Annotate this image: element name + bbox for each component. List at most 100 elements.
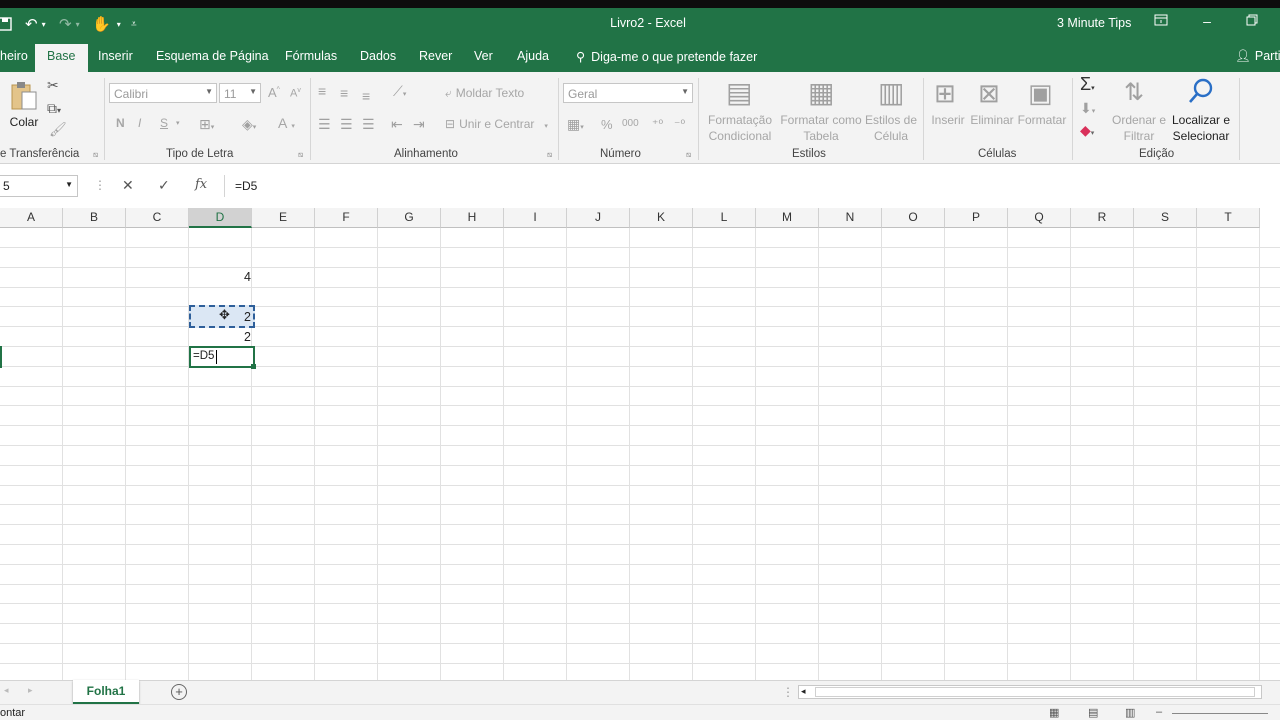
page-layout-view-icon[interactable]: ▤ xyxy=(1088,706,1098,719)
sort-filter-button[interactable]: ⇅ Ordenar e Filtrar xyxy=(1110,76,1168,144)
thousands-button[interactable]: 000 xyxy=(622,118,639,129)
merge-center-button[interactable]: ⊟ Unir e Centrar ▾ xyxy=(445,117,548,131)
column-header-l[interactable]: L xyxy=(693,208,756,228)
column-header-g[interactable]: G xyxy=(378,208,441,228)
format-cells-button[interactable]: ▣ Formatar xyxy=(1016,76,1068,144)
format-as-table-button[interactable]: ▦ Formatar como Tabela xyxy=(780,76,862,144)
name-box[interactable]: 5 ▼ xyxy=(0,175,78,197)
format-painter-icon[interactable]: 🖌︎ xyxy=(49,121,67,137)
insert-function-icon[interactable]: fx xyxy=(195,177,207,192)
find-select-button[interactable]: Localizar e Selecionar xyxy=(1168,76,1234,144)
column-header-a[interactable]: A xyxy=(0,208,63,228)
align-middle-icon[interactable]: ≡ xyxy=(340,85,348,101)
orientation-icon[interactable]: ⟋▾ xyxy=(393,83,406,103)
zoom-out-icon[interactable]: – xyxy=(1156,706,1162,718)
scroll-left-arrow-icon[interactable]: ◂ xyxy=(801,686,806,697)
conditional-formatting-button[interactable]: ▤ Formatação Condicional xyxy=(702,76,778,144)
insert-cells-button[interactable]: ⊞ Inserir xyxy=(928,76,968,144)
fill-icon[interactable]: ⬇▾ xyxy=(1080,100,1095,120)
formula-input[interactable]: =D5 xyxy=(224,175,1280,197)
tell-me-box[interactable]: ⚲ Diga-me o que pretende fazer xyxy=(576,49,757,64)
align-left-icon[interactable]: ☰ xyxy=(318,116,331,132)
tab-review[interactable]: Rever xyxy=(419,49,452,63)
enter-icon[interactable]: ✓ xyxy=(158,177,170,194)
increase-decimal-icon[interactable]: ⁺⁰ xyxy=(652,116,663,132)
number-format-select[interactable]: Geral ▼ xyxy=(563,83,693,103)
cell-d5[interactable]: 2 xyxy=(191,310,251,324)
sheet-tab-folha1[interactable]: Folha1 xyxy=(73,680,139,704)
tab-page-layout[interactable]: Esquema de Página xyxy=(156,49,269,63)
fill-color-icon[interactable]: ◈▾ xyxy=(242,116,256,136)
align-center-icon[interactable]: ☰ xyxy=(340,116,353,132)
column-header-m[interactable]: M xyxy=(756,208,819,228)
cancel-icon[interactable]: ✕ xyxy=(122,177,134,194)
delete-cells-button[interactable]: ⊠ Eliminar xyxy=(968,76,1016,144)
bold-button[interactable]: N xyxy=(116,116,125,130)
zoom-slider[interactable] xyxy=(1172,713,1268,714)
decrease-decimal-icon[interactable]: ⁻⁰ xyxy=(674,116,685,132)
restore-icon[interactable] xyxy=(1241,13,1263,33)
copy-icon[interactable]: ⧉▾ xyxy=(47,100,61,119)
cell-d6[interactable]: 2 xyxy=(191,330,251,344)
column-header-h[interactable]: H xyxy=(441,208,504,228)
font-size-select[interactable]: 11 ▼ xyxy=(219,83,261,103)
tab-data[interactable]: Dados xyxy=(360,49,396,63)
user-name[interactable]: 3 Minute Tips xyxy=(1057,16,1131,30)
column-header-n[interactable]: N xyxy=(819,208,882,228)
grow-font-button[interactable]: A^ xyxy=(268,85,280,100)
add-sheet-icon[interactable]: + xyxy=(171,684,187,700)
autosum-icon[interactable]: Σ▾ xyxy=(1080,75,1095,97)
column-header-q[interactable]: Q xyxy=(1008,208,1071,228)
tab-file[interactable]: heiro xyxy=(0,49,28,63)
page-break-view-icon[interactable]: ▥ xyxy=(1125,706,1135,719)
column-header-k[interactable]: K xyxy=(630,208,693,228)
tab-insert[interactable]: Inserir xyxy=(98,49,133,63)
active-cell-editor[interactable]: =D5 xyxy=(193,350,214,362)
wrap-text-button[interactable]: ⤶ Moldar Texto xyxy=(445,86,524,101)
paste-button[interactable]: Colar xyxy=(6,78,42,129)
column-header-e[interactable]: E xyxy=(252,208,315,228)
ribbon-display-icon[interactable] xyxy=(1150,13,1172,33)
cell-d3[interactable]: 4 xyxy=(191,270,251,284)
align-bottom-icon[interactable]: ≡ xyxy=(362,88,370,104)
active-cell[interactable]: =D5 xyxy=(189,346,255,368)
tab-view[interactable]: Ver xyxy=(474,49,493,63)
minimize-icon[interactable]: – xyxy=(1196,13,1218,33)
share-button[interactable]: 👤︎Partil xyxy=(1235,49,1280,64)
scrollbar-thumb[interactable] xyxy=(815,687,1255,697)
column-header-d[interactable]: D xyxy=(189,208,252,228)
font-color-button[interactable]: A ▾ xyxy=(278,115,295,131)
borders-icon[interactable]: ⊞▾ xyxy=(199,116,214,136)
align-top-icon[interactable]: ≡ xyxy=(318,83,326,99)
column-header-r[interactable]: R xyxy=(1071,208,1134,228)
accounting-icon[interactable]: ▦▾ xyxy=(567,116,584,136)
cut-icon[interactable]: ✂ xyxy=(47,77,59,93)
column-header-t[interactable]: T xyxy=(1197,208,1260,228)
number-launcher-icon[interactable]: ⧅ xyxy=(686,150,691,160)
increase-indent-icon[interactable]: ⇥ xyxy=(413,116,425,132)
scroll-left-icon[interactable]: ◂ xyxy=(4,685,9,696)
column-header-i[interactable]: I xyxy=(504,208,567,228)
column-header-p[interactable]: P xyxy=(945,208,1008,228)
tab-home[interactable]: Base xyxy=(35,44,88,72)
italic-button[interactable]: I xyxy=(138,116,141,130)
fill-handle[interactable] xyxy=(251,364,256,369)
column-header-j[interactable]: J xyxy=(567,208,630,228)
font-name-select[interactable]: Calibri ▼ xyxy=(109,83,217,103)
chevron-down-icon[interactable]: ▾ xyxy=(176,116,180,132)
percent-button[interactable]: % xyxy=(601,117,613,132)
shrink-font-button[interactable]: Av xyxy=(290,87,301,100)
alignment-launcher-icon[interactable]: ⧅ xyxy=(547,150,552,160)
column-header-o[interactable]: O xyxy=(882,208,945,228)
font-launcher-icon[interactable]: ⧅ xyxy=(298,150,303,160)
column-header-s[interactable]: S xyxy=(1134,208,1197,228)
clipboard-launcher-icon[interactable]: ⧅ xyxy=(93,150,98,160)
column-header-f[interactable]: F xyxy=(315,208,378,228)
normal-view-icon[interactable]: ▦ xyxy=(1049,706,1059,719)
column-header-c[interactable]: C xyxy=(126,208,189,228)
tab-help[interactable]: Ajuda xyxy=(517,49,549,63)
horizontal-scrollbar[interactable]: ◂ xyxy=(798,685,1262,699)
column-header-b[interactable]: B xyxy=(63,208,126,228)
cell-styles-button[interactable]: ▥ Estilos de Célula xyxy=(864,76,918,144)
clear-icon[interactable]: ◆▾ xyxy=(1080,122,1094,142)
